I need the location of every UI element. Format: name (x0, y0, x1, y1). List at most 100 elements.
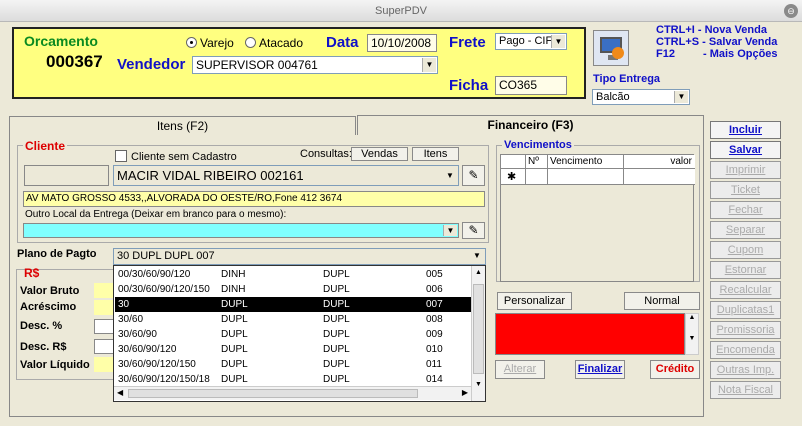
frete-select[interactable]: Pago - CIF ▼ (495, 33, 567, 50)
side-button-incluir[interactable]: Incluir (710, 121, 781, 139)
outro-local-select[interactable]: ▼ (23, 223, 459, 238)
plano-option-cell: DINH (221, 284, 246, 295)
cliente-select[interactable]: MACIR VIDAL RIBEIRO 002161 ▼ (113, 165, 459, 186)
sem-cadastro-checkbox[interactable]: Cliente sem Cadastro (115, 150, 237, 163)
consultas-label: Consultas: (300, 148, 352, 160)
radio-icon (186, 37, 197, 48)
plano-option-cell: 30/60/90/120/150 (118, 359, 196, 370)
radio-icon (245, 37, 256, 48)
valor-bruto-field[interactable] (94, 283, 114, 298)
acrescimo-label: Acréscimo (20, 301, 77, 313)
shortcut-key: CTRL+I (656, 24, 695, 36)
address-book-icon[interactable]: ✎ (462, 222, 485, 239)
vendas-button[interactable]: Vendas (351, 147, 408, 161)
side-button-outras-imp-[interactable]: Outras Imp. (710, 361, 781, 379)
plano-option[interactable]: 00/30/60/90/120 DINH DUPL 005 (115, 267, 471, 282)
chevron-down-icon: ▼ (551, 35, 565, 48)
personalizar-button[interactable]: Personalizar (497, 292, 572, 310)
side-button-duplicatas1[interactable]: Duplicatas1 (710, 301, 781, 319)
plano-option[interactable]: 30 DUPL DUPL 007 (115, 297, 471, 312)
plano-option-cell: 008 (426, 314, 443, 325)
scroll-left-icon[interactable]: ◀ (117, 388, 123, 397)
scroll-up-icon[interactable]: ▲ (472, 266, 485, 280)
ficha-field[interactable]: CO365 (495, 76, 567, 95)
plano-dropdown-list[interactable]: 00/30/60/90/120 DINH DUPL 005 00/30/60/90/12… (113, 265, 486, 402)
data-field[interactable]: 10/10/2008 (367, 34, 437, 52)
orcamento-label: Orcamento (24, 33, 98, 49)
plano-option[interactable]: 30/60/90/120 DUPL DUPL 010 (115, 342, 471, 357)
side-button-imprimir[interactable]: Imprimir (710, 161, 781, 179)
side-button-separar[interactable]: Separar (710, 221, 781, 239)
grid-new-row[interactable]: ✱ (501, 169, 695, 185)
vertical-scrollbar[interactable]: ▲ ▼ (471, 266, 485, 401)
normal-button[interactable]: Normal (624, 292, 700, 310)
credito-button[interactable]: Crédito (650, 360, 700, 379)
valor-liquido-field[interactable] (94, 357, 114, 372)
tab-itens[interactable]: Itens (F2) (9, 116, 356, 135)
plano-option-cell: 005 (426, 269, 443, 280)
address-book-icon[interactable]: ✎ (462, 165, 485, 186)
horizontal-scrollbar[interactable]: ◀ ▶ (114, 386, 471, 400)
new-row-icon: ✱ (507, 171, 517, 183)
plano-select[interactable]: 30 DUPL DUPL 007 ▼ (113, 248, 486, 265)
plano-option-cell: 014 (426, 374, 443, 385)
scrollbar-thumb[interactable] (128, 389, 418, 398)
valor-liquido-label: Valor Líquido (20, 359, 90, 371)
plano-option-cell: DUPL (221, 299, 248, 310)
side-button-estornar[interactable]: Estornar (710, 261, 781, 279)
shortcut-action: - Mais Opções (702, 48, 778, 60)
plano-option-cell: 30/60/90 (118, 329, 157, 340)
radio-atacado[interactable]: Atacado (245, 36, 303, 50)
acrescimo-field[interactable] (94, 300, 114, 315)
plano-option[interactable]: 30/60/90 DUPL DUPL 009 (115, 327, 471, 342)
desc-rs-label: Desc. R$ (20, 341, 67, 353)
chevron-down-icon: ▼ (674, 91, 688, 103)
outro-local-label: Outro Local da Entrega (Deixar em branco… (25, 209, 287, 220)
shortcuts-legend: CTRL+I - Nova Venda CTRL+S - Salvar Vend… (656, 24, 778, 60)
vendedor-select[interactable]: SUPERVISOR 004761 ▼ (192, 56, 438, 74)
plano-option-cell: DUPL (323, 329, 350, 340)
cliente-code-field[interactable] (24, 165, 109, 186)
side-button-salvar[interactable]: Salvar (710, 141, 781, 159)
plano-option-cell: DUPL (221, 344, 248, 355)
plano-option[interactable]: 30/60/90/120/150/18 DUPL DUPL 014 (115, 372, 471, 387)
desc-rs-field[interactable] (94, 339, 114, 354)
scroll-right-icon[interactable]: ▶ (462, 388, 468, 397)
endereco-field: AV MATO GROSSO 4533,,ALVORADA DO OESTE/R… (23, 191, 485, 207)
plano-option[interactable]: 00/30/60/90/120/150 DINH DUPL 006 (115, 282, 471, 297)
scroll-up-icon[interactable]: ▲ (686, 314, 698, 321)
alterar-button[interactable]: Alterar (495, 360, 545, 379)
itens-button[interactable]: Itens (412, 147, 459, 161)
plano-option-cell: DUPL (323, 374, 350, 385)
alert-scrollbar[interactable]: ▲ ▼ (685, 313, 699, 355)
plano-option-cell: DUPL (221, 329, 248, 340)
side-button-nota-fiscal[interactable]: Nota Fiscal (710, 381, 781, 399)
tab-financeiro[interactable]: Financeiro (F3) (357, 115, 704, 136)
side-button-fechar[interactable]: Fechar (710, 201, 781, 219)
plano-option-cell: 007 (426, 299, 443, 310)
side-button-ticket[interactable]: Ticket (710, 181, 781, 199)
side-button-cupom[interactable]: Cupom (710, 241, 781, 259)
alert-field (495, 313, 685, 355)
grid-header: Nº Vencimento valor (501, 155, 695, 169)
side-button-recalcular[interactable]: Recalcular (710, 281, 781, 299)
plano-option-cell: DUPL (323, 284, 350, 295)
tipo-entrega-select[interactable]: Balcão ▼ (592, 89, 690, 105)
close-icon[interactable]: ⊖ (784, 4, 798, 18)
col-header-vencimento: Vencimento (547, 155, 623, 168)
plano-option[interactable]: 30/60 DUPL DUPL 008 (115, 312, 471, 327)
finalizar-button[interactable]: Finalizar (575, 360, 625, 379)
plano-option-cell: DUPL (221, 314, 248, 325)
side-button-encomenda[interactable]: Encomenda (710, 341, 781, 359)
side-button-promissoria[interactable]: Promissoria (710, 321, 781, 339)
radio-varejo[interactable]: Varejo (186, 36, 234, 50)
plano-option-cell: 30/60/90/120 (118, 344, 177, 355)
scroll-down-icon[interactable]: ▼ (686, 335, 698, 342)
computer-icon[interactable] (593, 30, 629, 66)
scroll-down-icon[interactable]: ▼ (472, 378, 485, 392)
desc-pct-field[interactable] (94, 319, 114, 334)
scrollbar-thumb[interactable] (473, 284, 484, 374)
desc-pct-label: Desc. % (20, 320, 63, 332)
plano-option[interactable]: 30/60/90/120/150 DUPL DUPL 011 (115, 357, 471, 372)
vencimentos-grid[interactable]: Nº Vencimento valor ✱ (500, 154, 695, 282)
